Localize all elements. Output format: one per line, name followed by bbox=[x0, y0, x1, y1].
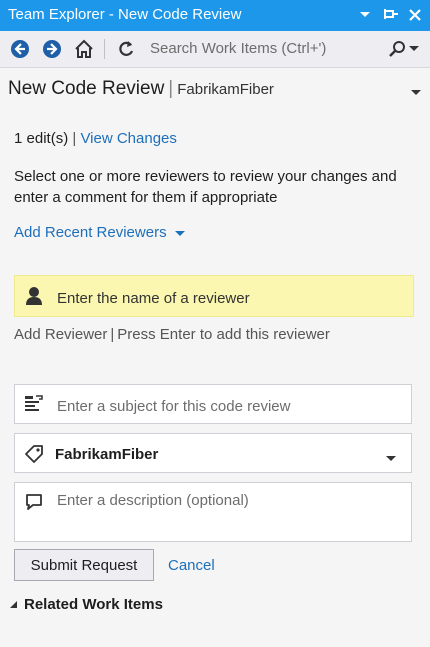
comment-icon bbox=[23, 491, 45, 513]
changes-separator: | bbox=[72, 130, 77, 147]
description-input[interactable] bbox=[55, 490, 409, 540]
back-arrow-icon[interactable] bbox=[8, 37, 32, 61]
view-changes-link[interactable]: View Changes bbox=[80, 130, 176, 147]
reviewer-name-input[interactable] bbox=[55, 284, 409, 312]
page-header: New Code Review | FabrikamFiber bbox=[8, 78, 422, 104]
add-recent-reviewers-label: Add Recent Reviewers bbox=[14, 224, 167, 241]
tag-icon bbox=[23, 443, 45, 465]
project-name: FabrikamFiber bbox=[177, 81, 274, 98]
instructions-text: Select one or more reviewers to review y… bbox=[14, 168, 397, 206]
subject-input[interactable] bbox=[55, 392, 409, 420]
add-reviewer-separator: | bbox=[110, 326, 115, 343]
header-separator: | bbox=[168, 78, 174, 99]
pin-icon[interactable] bbox=[380, 4, 402, 26]
add-reviewer-link[interactable]: Add Reviewer bbox=[14, 326, 107, 343]
subject-icon bbox=[23, 393, 45, 415]
submit-request-button[interactable]: Submit Request bbox=[14, 549, 154, 581]
page-title: New Code Review bbox=[8, 78, 165, 99]
add-recent-reviewers-link[interactable]: Add Recent Reviewers bbox=[14, 224, 185, 241]
reviewer-box bbox=[14, 275, 414, 317]
forward-arrow-icon[interactable] bbox=[40, 37, 64, 61]
add-reviewer-row: Add Reviewer | Press Enter to add this rev… bbox=[14, 326, 330, 343]
changes-summary: 1 edit(s) | View Changes bbox=[14, 130, 177, 147]
home-icon[interactable] bbox=[72, 37, 96, 61]
related-work-items-section[interactable]: Related Work Items bbox=[8, 596, 163, 613]
toolbar bbox=[0, 31, 430, 68]
edit-count: 1 edit(s) bbox=[14, 130, 69, 147]
search-input[interactable] bbox=[146, 34, 390, 62]
cancel-link[interactable]: Cancel bbox=[168, 557, 215, 574]
search-dropdown-icon[interactable] bbox=[406, 37, 422, 61]
collapse-triangle-icon bbox=[8, 596, 18, 613]
chevron-down-icon bbox=[385, 450, 397, 468]
project-select[interactable]: FabrikamFiber bbox=[14, 433, 412, 473]
close-icon[interactable] bbox=[404, 4, 426, 26]
description-field bbox=[14, 482, 412, 542]
related-work-items-label: Related Work Items bbox=[24, 596, 163, 613]
refresh-icon[interactable] bbox=[114, 37, 138, 61]
add-reviewer-hint: Press Enter to add this reviewer bbox=[117, 326, 330, 343]
header-menu-dropdown-icon[interactable] bbox=[410, 84, 422, 102]
project-select-value: FabrikamFiber bbox=[55, 446, 159, 463]
window-title: Team Explorer - New Code Review bbox=[8, 6, 242, 23]
subject-field bbox=[14, 384, 412, 424]
title-bar: Team Explorer - New Code Review bbox=[0, 0, 430, 31]
toolbar-separator bbox=[104, 39, 105, 59]
person-icon bbox=[25, 286, 43, 311]
dropdown-icon[interactable] bbox=[354, 4, 376, 26]
chevron-down-icon bbox=[174, 224, 185, 241]
